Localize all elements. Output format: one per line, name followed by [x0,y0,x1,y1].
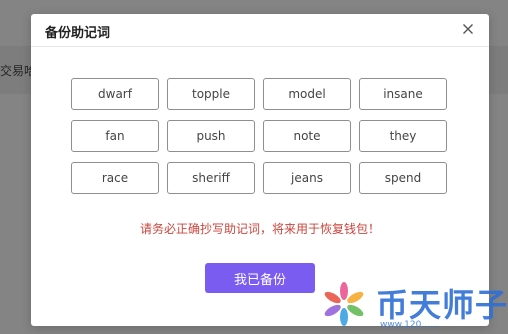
confirm-backup-button[interactable]: 我已备份 [205,263,315,293]
mnemonic-word: dwarf [71,78,159,110]
mnemonic-words-grid: dwarf topple model insane fan push note … [71,78,447,194]
close-icon[interactable] [459,20,477,38]
mnemonic-word: push [167,120,255,152]
mnemonic-word: race [71,162,159,194]
mnemonic-word: fan [71,120,159,152]
dialog-title: 备份助记词 [45,26,111,41]
mnemonic-word: insane [359,78,447,110]
flower-logo-icon [324,282,364,326]
backup-warning-text: 请务必正确抄写助记词，将来用于恢复钱包！ [139,222,380,236]
watermark-url: www.120…… [380,320,440,330]
mnemonic-word: they [359,120,447,152]
dialog-header: 备份助记词 [31,14,489,47]
mnemonic-word: model [263,78,351,110]
mnemonic-word: topple [167,78,255,110]
mnemonic-word: sheriff [167,162,255,194]
mnemonic-word: jeans [263,162,351,194]
mnemonic-word: spend [359,162,447,194]
watermark: 币天师子 www.120…… [318,276,508,334]
mnemonic-word: note [263,120,351,152]
